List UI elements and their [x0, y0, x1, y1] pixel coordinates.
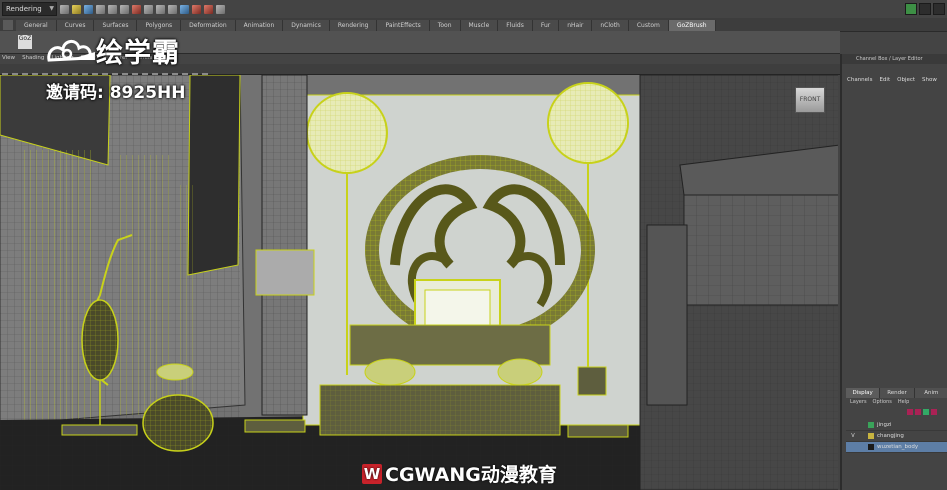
tab-animation[interactable]: Animation	[235, 20, 284, 31]
menu-layers[interactable]: Layers	[850, 399, 867, 405]
snap-curve-icon[interactable]	[156, 4, 165, 14]
attribute-editor-toggle-icon[interactable]	[905, 3, 917, 15]
tab-deformation[interactable]: Deformation	[181, 20, 236, 31]
select-hierarchy-icon[interactable]	[96, 4, 105, 14]
cloud-logo-icon	[44, 33, 96, 67]
tab-muscle[interactable]: Muscle	[460, 20, 499, 31]
create-layer-selected-icon[interactable]	[931, 409, 937, 415]
layer-name: jingzi	[877, 422, 892, 428]
layer-row[interactable]: wuzetian_body	[846, 442, 947, 453]
goz-label: GoZ	[18, 35, 32, 42]
layer-list: jingzi V changjing wuzetian_body	[846, 420, 947, 453]
tab-general[interactable]: General	[16, 20, 57, 31]
goz-button[interactable]: GoZ	[18, 35, 32, 49]
layer-row[interactable]: V changjing	[846, 431, 947, 442]
menu-options[interactable]: Options	[873, 399, 892, 405]
tab-toon[interactable]: Toon	[429, 20, 461, 31]
move-layer-down-icon[interactable]	[915, 409, 921, 415]
menu-help[interactable]: Help	[898, 399, 909, 405]
channel-box-toggle-icon[interactable]	[933, 3, 945, 15]
cgwang-logo-icon: W	[362, 463, 382, 484]
viewport-3d[interactable]: FRONT	[0, 75, 838, 490]
new-scene-icon[interactable]	[60, 4, 69, 14]
layer-color-swatch[interactable]	[868, 422, 874, 428]
history-icon[interactable]	[180, 4, 189, 14]
menu-object[interactable]: Object	[897, 77, 915, 83]
view-cube-label: FRONT	[799, 96, 821, 103]
channel-box-title: Channel Box / Layer Editor	[842, 54, 947, 64]
layer-menu: Layers Options Help	[850, 399, 909, 405]
layer-visibility-toggle[interactable]: V	[846, 433, 860, 439]
save-scene-icon[interactable]	[84, 4, 93, 14]
ipr-render-icon[interactable]	[204, 4, 213, 14]
gear-icon[interactable]	[3, 20, 13, 30]
tab-painteffects[interactable]: PaintEffects	[377, 20, 430, 31]
status-line: Rendering ▼	[0, 0, 947, 19]
panel-toggles	[905, 3, 945, 15]
snap-point-icon[interactable]	[168, 4, 177, 14]
invite-code: 邀请码: 8925HH	[46, 83, 186, 103]
channel-box-panel: Channel Box / Layer Editor Channels Edit…	[840, 54, 947, 490]
tab-display[interactable]: Display	[846, 388, 881, 398]
menu-show-cb[interactable]: Show	[922, 77, 937, 83]
tab-ncloth[interactable]: nCloth	[592, 20, 629, 31]
menu-edit[interactable]: Edit	[879, 77, 890, 83]
tab-gozbrush[interactable]: GoZBrush	[668, 20, 716, 31]
menu-channels[interactable]: Channels	[847, 77, 872, 83]
layer-color-swatch[interactable]	[868, 433, 874, 439]
open-scene-icon[interactable]	[72, 4, 81, 14]
layer-tab-bar: Display Render Anim	[846, 388, 947, 398]
tab-fluids[interactable]: Fluids	[498, 20, 533, 31]
menu-view[interactable]: View	[0, 54, 20, 64]
tab-anim-layers[interactable]: Anim	[914, 388, 947, 398]
scene-wireframe	[0, 75, 838, 490]
view-cube[interactable]: FRONT	[795, 87, 825, 113]
snap-grid-icon[interactable]	[144, 4, 153, 14]
menu-set-select[interactable]: Rendering ▼	[2, 2, 57, 16]
layer-name: changjing	[877, 433, 904, 439]
mask-icon[interactable]	[132, 4, 141, 14]
chevron-down-icon: ▼	[49, 5, 54, 12]
tab-nhair[interactable]: nHair	[559, 20, 593, 31]
tab-rendering[interactable]: Rendering	[329, 20, 378, 31]
select-object-icon[interactable]	[108, 4, 117, 14]
menu-set-label: Rendering	[6, 5, 42, 13]
tab-surfaces[interactable]: Surfaces	[94, 20, 138, 31]
watermark-brand: 绘学霸	[96, 37, 180, 69]
channel-box-menu: Channels Edit Object Show	[842, 75, 947, 85]
create-layer-icon[interactable]	[923, 409, 929, 415]
layer-row[interactable]: jingzi	[846, 420, 947, 431]
tab-polygons[interactable]: Polygons	[137, 20, 182, 31]
layer-name: wuzetian_body	[877, 444, 919, 450]
move-layer-up-icon[interactable]	[907, 409, 913, 415]
tab-render-layers[interactable]: Render	[880, 388, 915, 398]
footer-brand: CGWANG动漫教育	[385, 464, 557, 486]
footer-watermark: W CGWANG动漫教育	[362, 461, 557, 486]
render-icon[interactable]	[192, 4, 201, 14]
layer-color-swatch[interactable]	[868, 444, 874, 450]
tab-fur[interactable]: Fur	[532, 20, 560, 31]
watermark-logo: 绘学霸	[44, 31, 224, 69]
tab-curves[interactable]: Curves	[56, 20, 95, 31]
layer-tool-icons	[907, 409, 937, 415]
tool-settings-toggle-icon[interactable]	[919, 3, 931, 15]
tab-dynamics[interactable]: Dynamics	[283, 20, 330, 31]
tab-custom[interactable]: Custom	[628, 20, 669, 31]
render-settings-icon[interactable]	[216, 4, 225, 14]
select-component-icon[interactable]	[120, 4, 129, 14]
